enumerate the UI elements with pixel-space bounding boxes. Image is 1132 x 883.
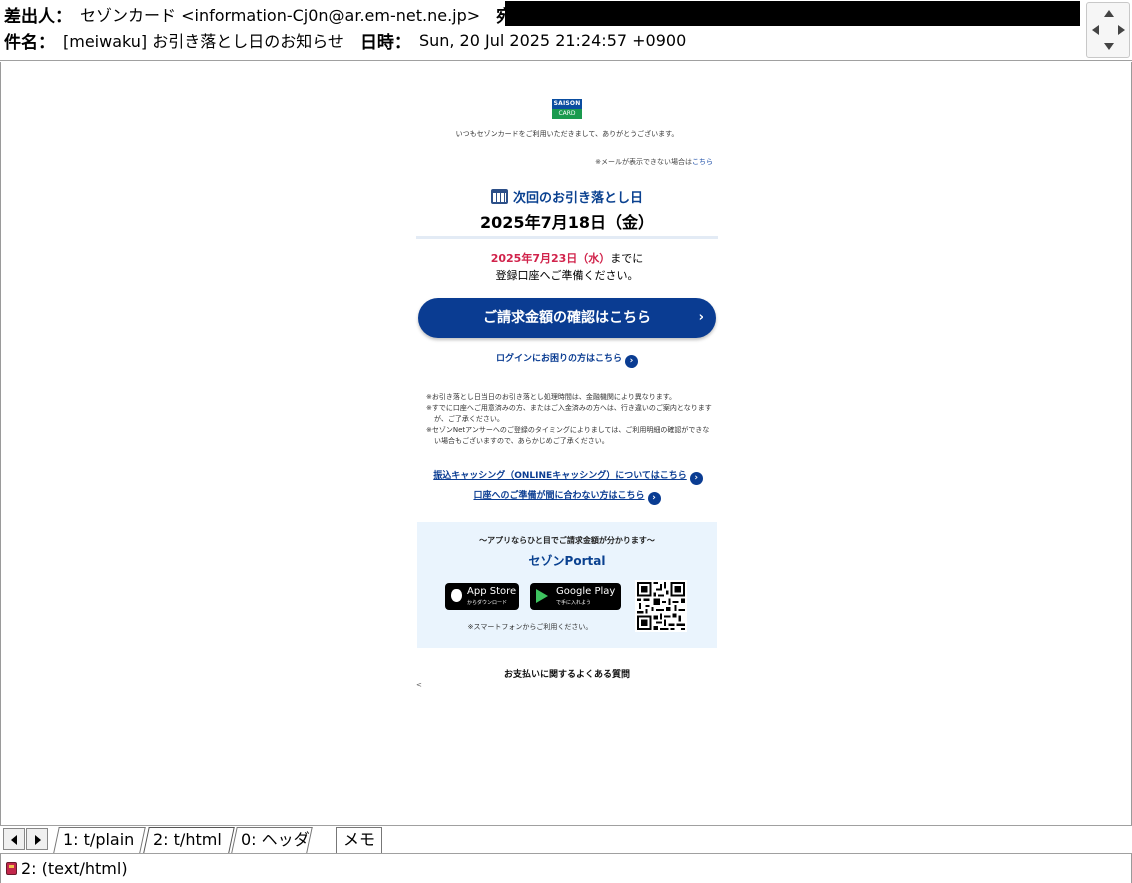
next-debit-date: 2025年7月18日（金） bbox=[480, 213, 654, 232]
arrow-down-icon[interactable] bbox=[1104, 43, 1114, 50]
tab-label: 0: ヘッダ bbox=[241, 830, 310, 849]
faq-heading: お支払いに関するよくある質問 bbox=[503, 670, 630, 680]
tab-header[interactable]: 0: ヘッダ bbox=[231, 827, 313, 853]
note-item: ※すでに口座へご用意済みの方、またはご入金済みの方へは、行き違いのご案内となりま… bbox=[426, 404, 712, 423]
login-help-text: ログインにお困りの方はこちら bbox=[495, 354, 622, 364]
tab-prev-button[interactable] bbox=[3, 828, 25, 850]
arrow-up-icon[interactable] bbox=[1104, 10, 1114, 17]
message-header: 差出人： セゾンカード <information-Cj0n@ar.em-net.… bbox=[0, 0, 1132, 61]
app-store-button[interactable]: App Store からダウンロード bbox=[445, 583, 519, 610]
logo-bottom: CARD bbox=[552, 109, 582, 119]
google-play-label: Google Play bbox=[556, 586, 616, 597]
deadline-text: 2025年7月23日（水）までに 登録口座へご準備ください。 bbox=[416, 250, 718, 284]
account-late-link[interactable]: 口座へのご準備が間に合わない方はこちら › bbox=[416, 488, 718, 505]
view-note-text: ※メールが表示できない場合は bbox=[595, 158, 692, 166]
to-value-redacted bbox=[505, 1, 1080, 26]
triangle-left-icon bbox=[11, 835, 17, 845]
portal-name: セゾンPortal bbox=[528, 554, 606, 568]
divider bbox=[416, 236, 718, 239]
subject-row: 件名： [meiwaku] お引き落とし日のお知らせ 日時： Sun, 20 J… bbox=[4, 27, 702, 53]
google-play-sublabel: で手に入れよう bbox=[556, 600, 592, 606]
app-store-label: App Store bbox=[467, 586, 517, 597]
date-label: 日時： bbox=[359, 32, 411, 53]
check-bill-button[interactable]: ご請求金額の確認はこちら › bbox=[418, 298, 716, 338]
pan-control[interactable] bbox=[1086, 2, 1130, 58]
account-late-text: 口座へのご準備が間に合わない方はこちら bbox=[473, 491, 645, 501]
saison-portal-banner: ～アプリならひと目でご請求金額が分かります～ セゾンPortal App Sto… bbox=[417, 522, 717, 648]
from-label: 差出人： bbox=[4, 6, 72, 27]
saison-card-logo: SAISON CARD bbox=[552, 99, 582, 119]
note-item: ※セゾンNetアンサーへのご登録のタイミングによりましては、ご利用明細の確認がで… bbox=[426, 426, 710, 445]
triangle-right-icon bbox=[35, 835, 41, 845]
next-debit-title: 次回のお引き落とし日 bbox=[416, 187, 718, 206]
tab-label: メモ bbox=[342, 830, 375, 849]
view-note: ※メールが表示できない場合はこちら bbox=[595, 157, 713, 167]
tab-memo[interactable]: メモ bbox=[336, 827, 382, 853]
google-play-button[interactable]: Google Play で手に入れよう bbox=[530, 583, 621, 610]
tab-bar: 1: t/plain 2: t/html 0: ヘッダ メモ bbox=[0, 825, 1132, 853]
arrow-circle-icon: › bbox=[647, 492, 661, 505]
arrow-circle-icon: › bbox=[689, 472, 703, 485]
google-play-icon bbox=[536, 589, 548, 603]
login-help-link[interactable]: ログインにお困りの方はこちら › bbox=[416, 351, 718, 368]
deadline-line2: 登録口座へご準備ください。 bbox=[495, 269, 639, 282]
arrow-left-icon[interactable] bbox=[1092, 25, 1099, 35]
tab-text-html[interactable]: 2: t/html bbox=[143, 827, 235, 853]
tab-next-button[interactable] bbox=[26, 828, 48, 850]
apple-icon bbox=[451, 589, 462, 602]
chevron-right-icon: › bbox=[698, 310, 704, 325]
smartphone-note: ※スマートフォンからご利用ください。 bbox=[467, 623, 593, 631]
note-item: ※お引き落とし日当日のお引き落とし処理時間は、金融機関により異なります。 bbox=[426, 393, 677, 401]
online-cashing-text: 振込キャッシング（ONLINEキャッシング）についてはこちら bbox=[433, 471, 687, 481]
tab-label: 1: t/plain bbox=[63, 830, 135, 849]
portal-title: ～アプリならひと目でご請求金額が分かります～ bbox=[479, 536, 655, 545]
calendar-icon bbox=[490, 189, 508, 204]
stray-text: < bbox=[416, 681, 422, 689]
subject-value[interactable]: [meiwaku] お引き落とし日のお知らせ bbox=[63, 28, 344, 52]
message-body: SAISON CARD いつもセゾンカードをご利用いただきまして、ありがとうござ… bbox=[0, 62, 1132, 825]
status-bar: 2: (text/html) bbox=[0, 853, 1132, 883]
check-bill-label: ご請求金額の確認はこちら bbox=[483, 310, 651, 326]
date-value: Sun, 20 Jul 2025 21:24:57 +0900 bbox=[418, 30, 687, 50]
view-note-link[interactable]: こちら bbox=[692, 158, 713, 166]
logo-top: SAISON bbox=[552, 99, 582, 109]
tab-label: 2: t/html bbox=[153, 830, 222, 849]
subject-label: 件名： bbox=[4, 32, 55, 53]
greeting: いつもセゾンカードをご利用いただきまして、ありがとうございます。 bbox=[455, 130, 679, 138]
html-part-icon bbox=[6, 862, 17, 875]
deadline-suffix: までに bbox=[610, 252, 644, 265]
arrow-right-icon[interactable] bbox=[1118, 25, 1125, 35]
next-debit-title-text: 次回のお引き落とし日 bbox=[512, 191, 643, 206]
online-cashing-link[interactable]: 振込キャッシング（ONLINEキャッシング）についてはこちら › bbox=[418, 468, 718, 485]
status-text: 2: (text/html) bbox=[21, 859, 128, 878]
notes: ※お引き落とし日当日のお引き落とし処理時間は、金融機関により異なります。 ※すで… bbox=[426, 392, 716, 447]
tab-text-plain[interactable]: 1: t/plain bbox=[53, 827, 146, 853]
arrow-circle-icon: › bbox=[625, 355, 638, 368]
deadline-date: 2025年7月23日（水） bbox=[490, 252, 611, 265]
from-row: 差出人： セゾンカード <information-Cj0n@ar.em-net.… bbox=[4, 1, 555, 27]
from-value[interactable]: セゾンカード <information-Cj0n@ar.em-net.ne.jp… bbox=[80, 2, 480, 26]
app-store-sublabel: からダウンロード bbox=[467, 600, 508, 606]
